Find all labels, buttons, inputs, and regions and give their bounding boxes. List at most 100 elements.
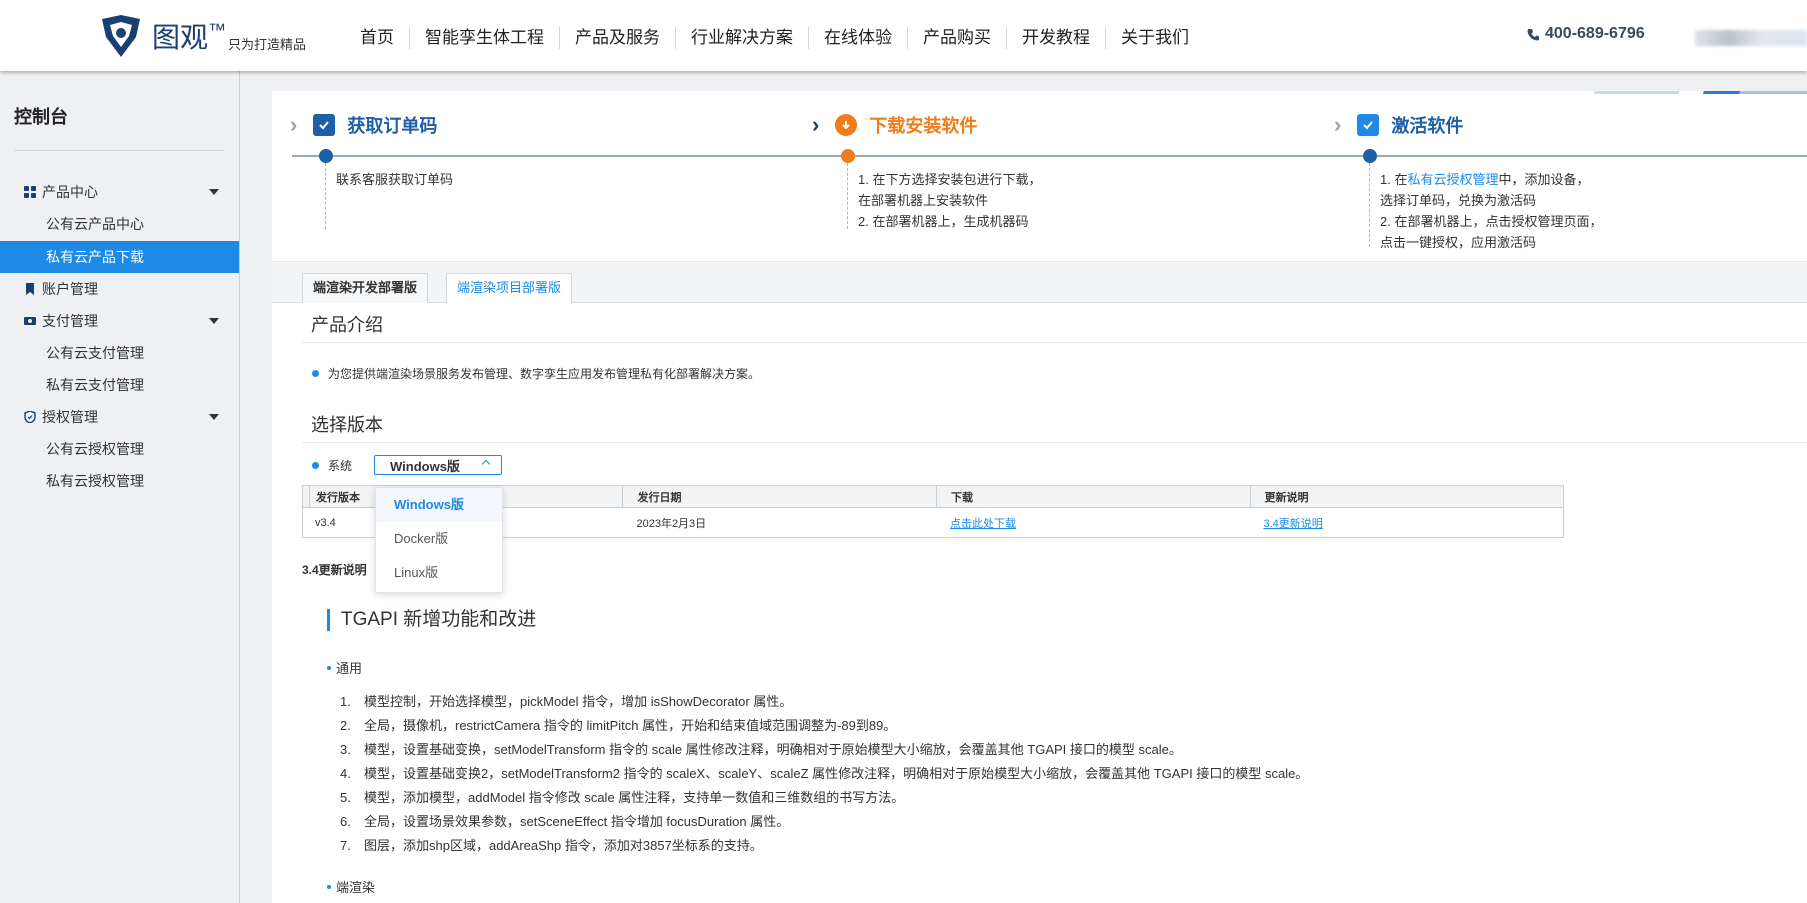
brand-tm: ™: [208, 19, 227, 40]
private-cloud-license-link[interactable]: 私有云授权管理: [1407, 172, 1498, 187]
sidebar-item-public-cloud-license[interactable]: 公有云授权管理: [0, 433, 239, 465]
version-title: 选择版本: [311, 415, 383, 435]
sidebar-item-private-cloud-payment[interactable]: 私有云支付管理: [0, 369, 239, 401]
nav-solutions[interactable]: 行业解决方案: [676, 27, 809, 49]
nav-tutorials[interactable]: 开发教程: [1007, 27, 1106, 49]
notes-category-render: 端渲染: [327, 877, 375, 896]
option-linux[interactable]: Linux版: [376, 556, 502, 590]
category-label: 端渲染: [336, 880, 376, 895]
list-item-text: 全局，设置场景效果参数，setSceneEffect 指令增加 focusDur…: [364, 814, 790, 829]
user-account-area[interactable]: [1695, 30, 1807, 46]
sidebar-item-public-cloud-payment[interactable]: 公有云支付管理: [0, 337, 239, 369]
sidebar-item-payment[interactable]: 支付管理: [0, 305, 239, 337]
nav-twin-engineering[interactable]: 智能孪生体工程: [410, 27, 560, 49]
tab-project-deploy[interactable]: 端渲染项目部署版: [446, 273, 573, 304]
tab-dev-deploy[interactable]: 端渲染开发部署版: [302, 273, 429, 303]
hotline: 400-689-6796: [1527, 25, 1645, 43]
list-item: 7. 图层，添加shp区域，addAreaShp 指令，添加对3857坐标系的支持…: [340, 834, 1308, 858]
nav-products-services[interactable]: 产品及服务: [560, 27, 676, 49]
col-download: 下载: [935, 486, 1250, 507]
notes-list: 1. 模型控制，开始选择模型，pickModel 指令，增加 isShowDeco…: [340, 690, 1308, 858]
desc-line: 1. 在下方选择安装包进行下载，: [858, 172, 1042, 187]
chevron-down-icon: [209, 414, 219, 420]
grid-icon: [24, 186, 36, 198]
sidebar-item-private-cloud-license[interactable]: 私有云授权管理: [0, 465, 239, 497]
nav-purchase[interactable]: 产品购买: [908, 27, 1007, 49]
list-item-text: 模型，设置基础变换2，setModelTransform2 指令的 scaleX…: [364, 766, 1309, 781]
phone-icon: [1527, 28, 1539, 40]
bullet-dot: [312, 370, 319, 377]
step-title: 获取订单码: [347, 116, 438, 136]
desc-line: 选择订单码，兑换为激活码: [1380, 193, 1537, 208]
nav-home[interactable]: 首页: [345, 27, 410, 49]
cell-download: 点击此处下载: [936, 508, 1250, 537]
brand-slogan: 只为打造精品: [228, 36, 307, 52]
sidebar-item-license[interactable]: 授权管理: [0, 401, 239, 433]
desc-line: 在部署机器上安装软件: [858, 193, 989, 208]
intro-title: 产品介绍: [311, 315, 383, 335]
download-link[interactable]: 点击此处下载: [950, 515, 1016, 531]
list-item: 2. 全局，摄像机，restrictCamera 指令的 limitPitch 属…: [340, 714, 1308, 738]
step-description: 联系客服获取订单码: [336, 169, 453, 190]
option-docker[interactable]: Docker版: [376, 522, 502, 556]
sidebar-item-label: 私有云支付管理: [46, 377, 144, 393]
list-item-text: 模型控制，开始选择模型，pickModel 指令，增加 isShowDecora…: [364, 694, 793, 709]
system-select-value: Windows版: [390, 458, 460, 474]
desc-line: 2. 在部署机器上，点击授权管理页面，: [1380, 214, 1603, 229]
bookmark-icon: [26, 283, 34, 295]
sidebar: 控制台 产品中心 公有云产品中心 私有云产品下载 账户管理 支付管理 公有云支付…: [0, 71, 240, 903]
main-nav: 首页 智能孪生体工程 产品及服务 行业解决方案 在线体验 产品购买 开发教程 关…: [345, 27, 1204, 49]
system-select[interactable]: Windows版: [374, 455, 502, 475]
list-item-text: 模型，添加模型，addModel 指令修改 scale 属性注释，支持单一数值和…: [364, 790, 905, 805]
decorative-stripe: [1572, 91, 1807, 94]
desc-line: 联系客服获取订单码: [336, 172, 454, 187]
sidebar-item-label: 私有云授权管理: [46, 473, 144, 489]
ticket-icon: [24, 317, 36, 325]
sidebar-item-label: 私有云产品下载: [46, 249, 144, 265]
step-connector: [1369, 163, 1370, 247]
system-row: 系统: [312, 457, 352, 474]
cell-date: 2023年2月3日: [636, 517, 707, 530]
col-notes: 更新说明: [1249, 486, 1564, 507]
list-item-text: 图层，添加shp区域，addAreaShp 指令，添加对3857坐标系的支持。: [364, 838, 763, 853]
sidebar-item-label: 产品中心: [42, 184, 98, 200]
sidebar-item-private-cloud-download[interactable]: 私有云产品下载: [0, 241, 239, 273]
step-connector: [847, 163, 848, 229]
col-date: 发行日期: [622, 486, 936, 507]
top-header: 图观 ™ 只为打造精品 首页 智能孪生体工程 产品及服务 行业解决方案 在线体验…: [0, 0, 1807, 71]
sidebar-item-public-cloud-products[interactable]: 公有云产品中心: [0, 208, 239, 240]
list-item-text: 模型，设置基础变换，setModelTransform 指令的 scale 属性…: [364, 742, 1182, 757]
list-item: 3. 模型，设置基础变换，setModelTransform 指令的 scale …: [340, 738, 1308, 762]
step-title: 激活软件: [1391, 116, 1464, 136]
step-dot: [1363, 149, 1377, 163]
bullet-dot: [327, 884, 331, 889]
sidebar-item-label: 公有云支付管理: [46, 345, 144, 361]
shield-check-icon: [1357, 114, 1380, 136]
release-notes-link[interactable]: 3.4更新说明: [1264, 515, 1323, 531]
sidebar-item-product-center[interactable]: 产品中心: [0, 176, 239, 208]
step-description: 1. 在下方选择安装包进行下载， 在部署机器上安装软件 2. 在部署机器上，生成…: [858, 169, 1041, 232]
list-item: 1. 模型控制，开始选择模型，pickModel 指令，增加 isShowDeco…: [340, 690, 1308, 714]
desc-text: 1. 在: [1380, 172, 1408, 187]
system-label: 系统: [328, 459, 353, 473]
section-divider: [302, 342, 1807, 343]
chevron-right-icon: ›: [812, 112, 820, 137]
sidebar-item-label: 账户管理: [42, 281, 98, 297]
system-dropdown: Windows版 Docker版 Linux版: [375, 487, 503, 593]
brand-name: 图观: [152, 22, 209, 53]
section-divider: [302, 442, 1807, 443]
notes-category-general: 通用: [327, 658, 362, 677]
desc-line: 1. 在私有云授权管理中，添加设备，: [1380, 169, 1602, 190]
main-panel: › 获取订单码 › 下载安装软件 › 激活软件 联系客服获取订单码 1. 在下方…: [272, 91, 1807, 903]
brand-logo[interactable]: 图观 ™ 只为打造精品: [98, 13, 306, 59]
option-windows[interactable]: Windows版: [376, 488, 502, 522]
sidebar-title: 控制台: [14, 107, 68, 127]
intro-description: 为您提供端渲染场景服务发布管理、数字孪生应用发布管理私有化部署解决方案。: [328, 367, 761, 381]
step-connector: [325, 163, 326, 229]
step-download-install: › 下载安装软件: [812, 112, 977, 138]
sidebar-item-account[interactable]: 账户管理: [0, 273, 239, 305]
sidebar-item-label: 公有云产品中心: [46, 216, 144, 232]
nav-about[interactable]: 关于我们: [1106, 27, 1204, 49]
nav-online-demo[interactable]: 在线体验: [809, 27, 908, 49]
chevron-up-icon: [481, 459, 491, 469]
